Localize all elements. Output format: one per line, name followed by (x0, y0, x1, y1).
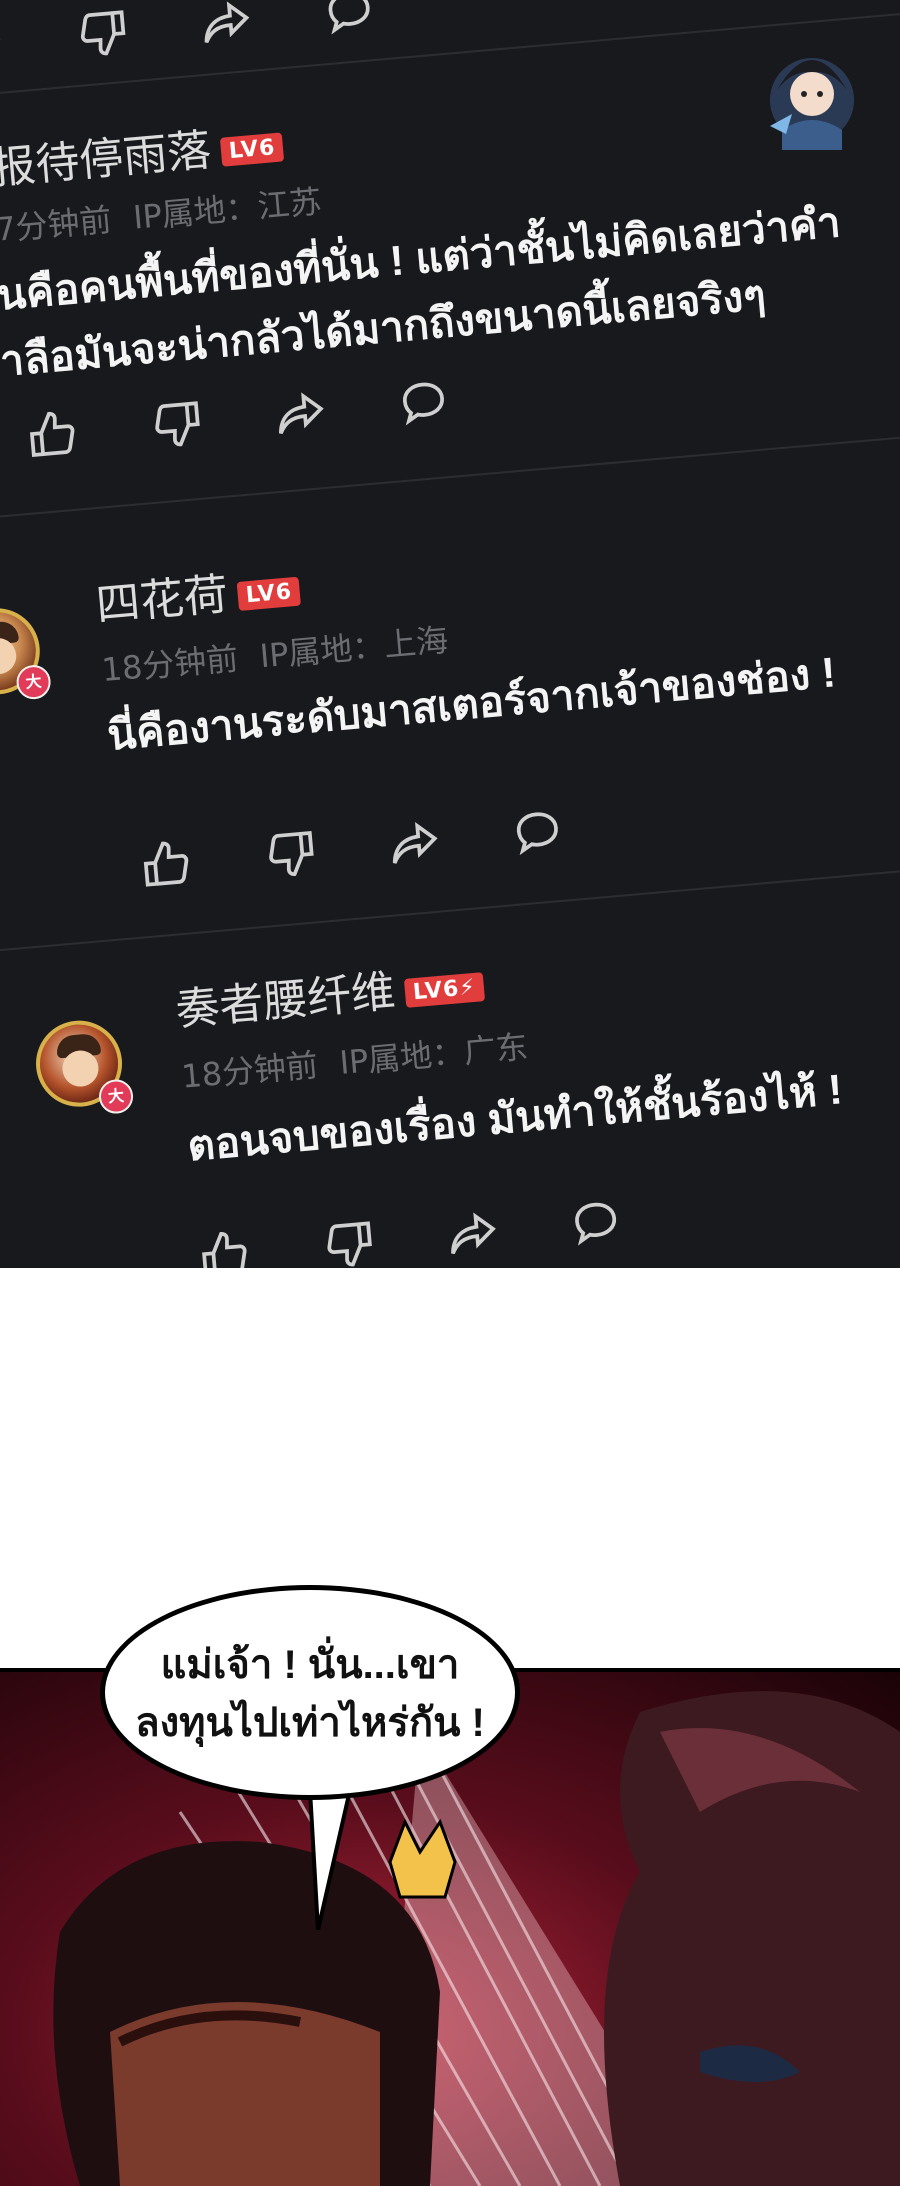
speech-bubble-tail (307, 1790, 353, 1930)
thumbs-up-icon[interactable] (23, 404, 84, 465)
divider (0, 862, 900, 952)
speech-bubble: แม่เจ้า ! นั่น...เขา ลงทุนไปเท่าไหร่กัน … (100, 1585, 520, 1800)
username[interactable]: 奏者腰纤维 LV6⚡ (173, 947, 486, 1038)
level-badge: LV6 (219, 131, 285, 167)
comment-ip: IP属地：广东 (338, 1027, 530, 1082)
share-icon[interactable] (442, 1203, 503, 1264)
level-badge: LV6⚡ (403, 971, 485, 1008)
comment-panel: 卖报待停雨落 LV6 17分钟前 IP属地：江苏 ชั้นคือคนพื้นที่ข… (0, 0, 900, 1268)
thumbs-down-icon[interactable] (146, 393, 207, 454)
comment-time: 18分钟前 (100, 639, 240, 690)
reply-bubble-icon[interactable] (319, 0, 380, 41)
reply-bubble-icon[interactable] (507, 801, 568, 862)
vip-badge: 大 (15, 663, 53, 701)
username-text[interactable]: 四花荷 (94, 569, 230, 631)
comment-ip: IP属地：上海 (258, 620, 450, 676)
comment-time: 17分钟前 (0, 200, 113, 251)
action-bar (195, 1202, 617, 1268)
thumbs-down-icon[interactable] (72, 2, 133, 63)
action-bar (137, 812, 558, 899)
thumbs-up-icon[interactable] (137, 834, 198, 895)
speech-bubble-line: แม่เจ้า ! นั่น...เขา (160, 1643, 460, 1687)
share-icon[interactable] (195, 0, 256, 52)
speech-bubble-line: ลงทุนไปเท่าไหร่กัน ! (135, 1701, 485, 1745)
blank-gutter (0, 1268, 900, 1668)
reply-bubble-icon[interactable] (565, 1192, 626, 1253)
thumbs-up-icon[interactable] (195, 1224, 256, 1268)
username-text[interactable]: 奏者腰纤维 (174, 966, 398, 1036)
thumbs-down-icon[interactable] (318, 1213, 379, 1268)
level-badge: LV6 (236, 576, 302, 611)
comment-ip: IP属地：江苏 (131, 182, 323, 237)
share-icon[interactable] (384, 812, 445, 873)
reply-bubble-icon[interactable] (393, 372, 454, 433)
comment-list: 卖报待停雨落 LV6 17分钟前 IP属地：江苏 ชั้นคือคนพื้นที่ข… (0, 0, 900, 1268)
username[interactable]: 四花荷 LV6 (93, 552, 302, 634)
comment-time: 18分钟前 (179, 1045, 320, 1096)
vip-badge: 大 (97, 1078, 135, 1115)
chibi-avatar (770, 58, 854, 150)
share-icon[interactable] (270, 383, 331, 444)
thumbs-up-icon[interactable] (0, 13, 9, 74)
action-bar (23, 382, 444, 469)
thumbs-down-icon[interactable] (260, 823, 321, 884)
divider (0, 432, 900, 522)
